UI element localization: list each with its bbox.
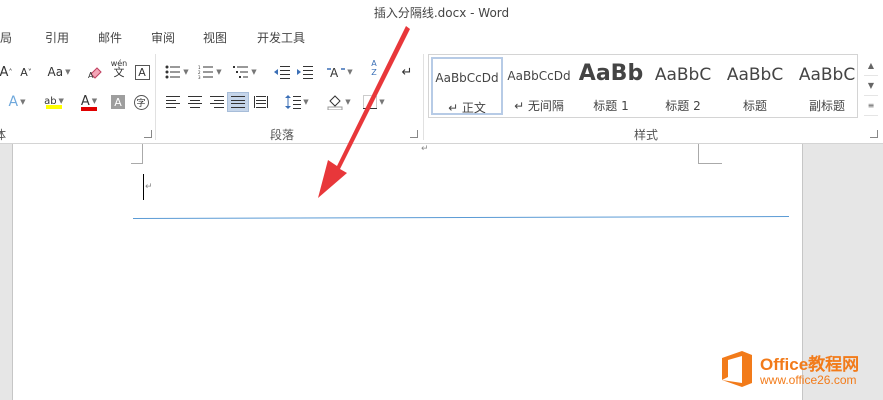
office-logo-icon	[722, 351, 752, 387]
multilevel-list-icon	[233, 66, 249, 78]
numbering-button[interactable]: 1 2 3 ▼	[196, 62, 224, 82]
ribbon-tabs: 布局 引用 邮件 审阅 视图 开发工具	[0, 24, 883, 50]
tab-view[interactable]: 视图	[203, 29, 227, 46]
bullets-button[interactable]: ▼	[163, 62, 191, 82]
svg-text:A: A	[330, 66, 339, 79]
bullets-icon	[165, 65, 181, 79]
line-spacing-icon	[285, 95, 302, 109]
text-cursor	[143, 174, 144, 200]
align-left-icon	[166, 96, 180, 108]
tab-mailings[interactable]: 邮件	[98, 29, 122, 46]
borders-button[interactable]: ▼	[359, 92, 389, 112]
numbering-icon: 123	[198, 65, 214, 79]
paragraph-group-label: 段落	[270, 128, 295, 142]
watermark-brand: Office教程网	[760, 355, 860, 374]
paragraph-mark: ↵	[145, 182, 153, 192]
align-center-icon	[188, 96, 202, 108]
watermark-url: www.office26.com	[760, 373, 857, 387]
style-heading-2[interactable]: AaBbC 标题 2	[647, 57, 719, 115]
group-separator	[423, 54, 424, 140]
grow-font-button[interactable]: A ˄	[0, 62, 14, 82]
show-hide-marks-button[interactable]: ↵	[398, 62, 416, 82]
decrease-indent-icon	[274, 66, 290, 79]
style-normal[interactable]: AaBbCcDd ↵ 正文	[431, 57, 503, 115]
tab-developer[interactable]: 开发工具	[257, 29, 305, 46]
style-title[interactable]: AaBbC 标题	[719, 57, 791, 115]
enclose-characters-button[interactable]: 字	[131, 92, 151, 112]
styles-dialog-launcher[interactable]	[870, 130, 878, 138]
gallery-up-icon[interactable]: ▲	[864, 56, 878, 76]
title-bar: 插入分隔线.docx - Word	[0, 0, 883, 24]
svg-text:3: 3	[198, 75, 201, 79]
gallery-scroll: ▲ ▼ ≡	[864, 56, 878, 118]
margin-corner-right	[698, 144, 722, 164]
tab-references[interactable]: 引用	[45, 29, 69, 46]
clear-format-icon[interactable]: A	[86, 62, 106, 82]
watermark: Office教程网 www.office26.com	[720, 346, 880, 394]
paragraph-dialog-launcher[interactable]	[410, 130, 418, 138]
chinese-layout-icon: A	[327, 66, 346, 79]
distributed-button[interactable]	[251, 92, 271, 112]
chinese-layout-button[interactable]: A ▼	[325, 62, 355, 82]
divider-line[interactable]	[132, 216, 789, 219]
sort-button[interactable]: A Z	[365, 58, 383, 78]
styles-gallery: AaBbCcDd ↵ 正文 AaBbCcDd ↵ 无间隔 AaBb 标题 1 A…	[428, 54, 858, 118]
window-title: 插入分隔线.docx - Word	[373, 6, 510, 20]
shrink-font-button[interactable]: A ˅	[18, 62, 34, 82]
borders-icon	[363, 95, 378, 109]
character-border-button[interactable]: A	[133, 62, 151, 82]
align-right-button[interactable]	[207, 92, 227, 112]
margin-corner-left	[131, 144, 143, 164]
align-right-icon	[210, 96, 224, 108]
increase-indent-button[interactable]	[295, 62, 315, 82]
svg-text:A: A	[88, 71, 94, 79]
text-effect-button[interactable]: A ▼	[4, 92, 30, 112]
style-heading-1[interactable]: AaBb 标题 1	[575, 57, 647, 115]
document-page[interactable]: ↵ ↵	[12, 144, 803, 400]
change-case-button[interactable]: Aa ▼	[44, 62, 74, 82]
shading-button[interactable]: ▼	[324, 92, 354, 112]
styles-group-label: 样式	[634, 128, 659, 142]
font-group-label: 体	[0, 128, 7, 142]
gallery-more-icon[interactable]: ≡	[864, 96, 878, 116]
align-left-button[interactable]	[163, 92, 183, 112]
style-subtitle[interactable]: AaBbC 副标题	[791, 57, 863, 115]
tab-review[interactable]: 审阅	[151, 29, 175, 46]
increase-indent-icon	[297, 66, 313, 79]
decrease-indent-button[interactable]	[272, 62, 292, 82]
tab-layout[interactable]: 布局	[0, 29, 12, 46]
phonetic-guide-button[interactable]: wén 文	[108, 58, 130, 78]
align-center-button[interactable]	[185, 92, 205, 112]
line-spacing-button[interactable]: ▼	[282, 92, 312, 112]
gallery-down-icon[interactable]: ▼	[864, 76, 878, 96]
justify-icon	[231, 96, 245, 108]
font-dialog-launcher[interactable]	[144, 130, 152, 138]
distributed-icon	[254, 96, 268, 108]
highlight-color-button[interactable]: ab ▼	[38, 92, 70, 112]
font-color-button[interactable]: A ▼	[74, 92, 104, 112]
style-no-spacing[interactable]: AaBbCcDd ↵ 无间隔	[503, 57, 575, 115]
paint-bucket-icon	[327, 95, 343, 110]
paragraph-mark-top: ↵	[421, 144, 429, 154]
group-separator	[155, 54, 156, 140]
justify-button[interactable]	[227, 92, 249, 112]
multilevel-list-button[interactable]: ▼	[230, 62, 260, 82]
character-shading-button[interactable]: A	[110, 92, 126, 112]
